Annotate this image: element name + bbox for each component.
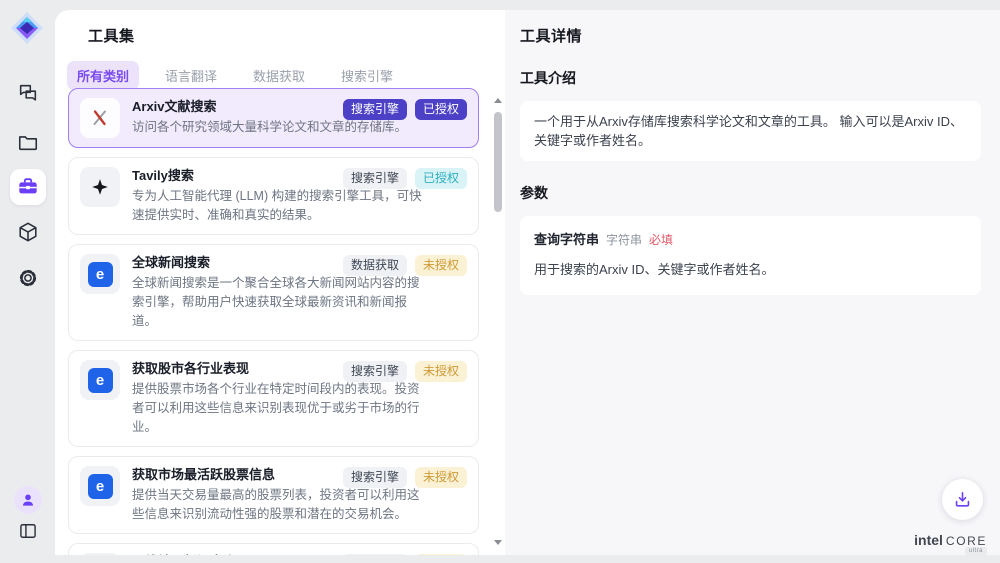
tavily-star-icon bbox=[80, 167, 120, 207]
status-badge: 已授权 bbox=[415, 99, 467, 120]
sector-performance-icon: e bbox=[80, 360, 120, 400]
tab-all-categories[interactable]: 所有类别 bbox=[67, 61, 139, 90]
parameter-card: 查询字符串 字符串 必填 用于搜索的Arxiv ID、关键字或作者姓名。 bbox=[520, 216, 981, 295]
status-badge: 未授权 bbox=[415, 554, 467, 555]
app-window: 工具集 所有类别 语言翻译 数据获取 搜索引擎 Arxiv文献搜索 bbox=[0, 0, 1000, 563]
tool-card-arxiv[interactable]: Arxiv文献搜索 访问各个研究领域大量科学论文和文章的存储库。 搜索引擎 已授… bbox=[68, 88, 479, 148]
tool-description: 专为人工智能代理 (LLM) 构建的搜索引擎工具，可快速提供实时、准确和真实的结… bbox=[132, 187, 424, 225]
tab-data-fetch[interactable]: 数据获取 bbox=[243, 61, 315, 90]
tool-card-tavily[interactable]: Tavily搜索 专为人工智能代理 (LLM) 构建的搜索引擎工具，可快速提供实… bbox=[68, 157, 479, 235]
category-badge: 搜索引擎 bbox=[343, 554, 407, 555]
global-news-icon: e bbox=[80, 254, 120, 294]
brand-intel-text: intel bbox=[914, 532, 943, 548]
chat-icon[interactable] bbox=[10, 75, 46, 111]
user-avatar[interactable] bbox=[14, 486, 42, 514]
tool-description: 访问各个研究领域大量科学论文和文章的存储库。 bbox=[132, 118, 407, 137]
left-rail bbox=[0, 0, 55, 563]
scroll-down-arrow-icon[interactable] bbox=[494, 540, 502, 545]
tool-card-active-stocks[interactable]: e 获取市场最活跃股票信息 提供当天交易量最高的股票列表，投资者可以利用这些信息… bbox=[68, 456, 479, 534]
folder-icon[interactable] bbox=[10, 124, 46, 160]
active-stocks-icon: e bbox=[80, 466, 120, 506]
category-badge: 搜索引擎 bbox=[343, 99, 407, 120]
status-badge: 已授权 bbox=[415, 168, 467, 189]
scroll-up-arrow-icon[interactable] bbox=[494, 98, 502, 103]
intro-heading: 工具介绍 bbox=[520, 68, 1000, 88]
brand-gem-logo bbox=[10, 11, 44, 45]
tool-card-regional-news[interactable]: 万维地区新闻查询 查询具体行政区划内的新闻，快速了解各地新闻动 搜索引擎 未授权 bbox=[68, 543, 479, 555]
status-badge: 未授权 bbox=[415, 361, 467, 382]
detail-title: 工具详情 bbox=[505, 10, 1000, 46]
tool-card-global-news[interactable]: e 全球新闻搜索 全球新闻搜索是一个聚合全球各大新闻网站内容的搜索引擎，帮助用户… bbox=[68, 244, 479, 341]
tab-language-translation[interactable]: 语言翻译 bbox=[155, 61, 227, 90]
category-badge: 搜索引擎 bbox=[343, 361, 407, 382]
parameter-type: 字符串 bbox=[606, 231, 642, 250]
category-tabs: 所有类别 语言翻译 数据获取 搜索引擎 bbox=[67, 61, 505, 90]
arxiv-icon bbox=[80, 98, 120, 138]
intel-core-logo: intel CORE ultra bbox=[914, 532, 987, 548]
toolbox-icon[interactable] bbox=[10, 169, 46, 205]
tab-search-engine[interactable]: 搜索引擎 bbox=[331, 61, 403, 90]
brand-core-text: CORE bbox=[946, 534, 987, 548]
category-badge: 搜索引擎 bbox=[343, 168, 407, 189]
scrollbar-thumb[interactable] bbox=[494, 112, 502, 212]
gear-icon[interactable] bbox=[10, 260, 46, 296]
category-badge: 搜索引擎 bbox=[343, 467, 407, 488]
params-heading: 参数 bbox=[520, 183, 1000, 203]
collapse-panel-icon[interactable] bbox=[14, 517, 42, 545]
tool-description: 全球新闻搜索是一个聚合全球各大新闻网站内容的搜索引擎，帮助用户快速获取全球最新资… bbox=[132, 274, 424, 331]
required-label: 必填 bbox=[649, 231, 673, 250]
cube-icon[interactable] bbox=[10, 214, 46, 250]
tool-list: Arxiv文献搜索 访问各个研究领域大量科学论文和文章的存储库。 搜索引擎 已授… bbox=[68, 88, 479, 555]
tool-detail-panel: 工具详情 工具介绍 一个用于从Arxiv存储库搜索科学论文和文章的工具。 输入可… bbox=[505, 10, 1000, 555]
status-badge: 未授权 bbox=[415, 255, 467, 276]
tool-collection-panel: 工具集 所有类别 语言翻译 数据获取 搜索引擎 Arxiv文献搜索 bbox=[55, 10, 505, 555]
tool-description: 提供当天交易量最高的股票列表，投资者可以利用这些信息来识别流动性强的股票和潜在的… bbox=[132, 486, 424, 524]
list-scrollbar[interactable] bbox=[493, 90, 503, 553]
brand-ultra-badge: ultra bbox=[965, 547, 987, 555]
parameter-description: 用于搜索的Arxiv ID、关键字或作者姓名。 bbox=[534, 260, 967, 279]
intro-card: 一个用于从Arxiv存储库搜索科学论文和文章的工具。 输入可以是Arxiv ID… bbox=[520, 101, 981, 161]
page-title: 工具集 bbox=[55, 10, 505, 46]
tool-card-sector-performance[interactable]: e 获取股市各行业表现 提供股票市场各个行业在特定时间段内的表现。投资者可以利用… bbox=[68, 350, 479, 447]
download-button[interactable] bbox=[942, 479, 983, 520]
main-content: 工具集 所有类别 语言翻译 数据获取 搜索引擎 Arxiv文献搜索 bbox=[55, 10, 1000, 555]
newspaper-icon bbox=[80, 553, 120, 555]
tool-description: 提供股票市场各个行业在特定时间段内的表现。投资者可以利用这些信息来识别表现优于或… bbox=[132, 380, 424, 437]
status-badge: 未授权 bbox=[415, 467, 467, 488]
category-badge: 数据获取 bbox=[343, 255, 407, 276]
parameter-name: 查询字符串 bbox=[534, 230, 599, 249]
